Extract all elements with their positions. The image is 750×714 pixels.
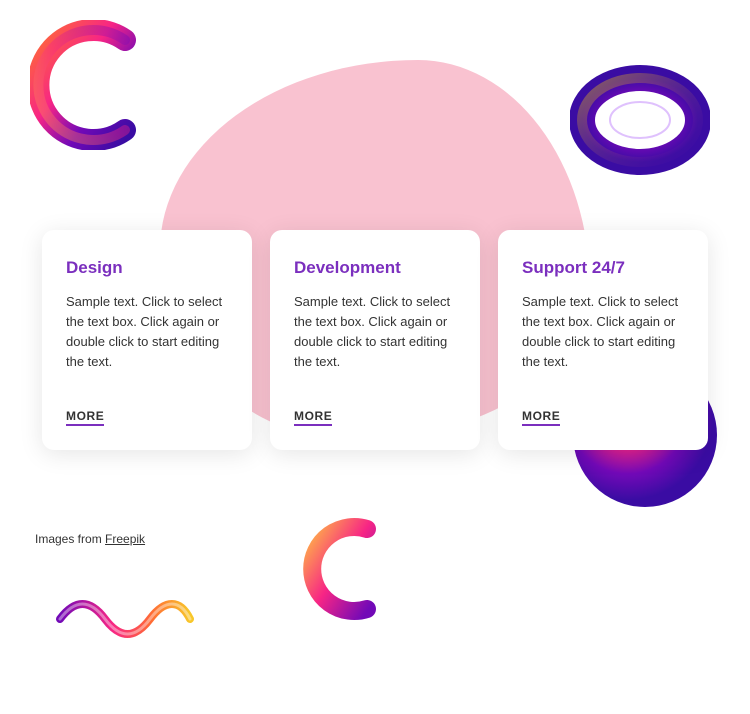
design-card-more-link[interactable]: MORE: [66, 409, 104, 426]
c-shape-bottom-center: [295, 514, 395, 624]
support-card-text: Sample text. Click to select the text bo…: [522, 292, 684, 391]
wave-shape-bottom-left: [55, 594, 195, 644]
design-card-text: Sample text. Click to select the text bo…: [66, 292, 228, 391]
footer-attribution: Images from Freepik: [35, 532, 145, 546]
support-card: Support 24/7 Sample text. Click to selec…: [498, 230, 708, 450]
torus-top-right: [570, 60, 710, 180]
cards-section: Design Sample text. Click to select the …: [30, 230, 720, 450]
footer-text: Images from: [35, 532, 105, 546]
c-shape-top-left: [30, 20, 160, 150]
page-container: Design Sample text. Click to select the …: [0, 0, 750, 714]
design-card-title: Design: [66, 258, 228, 278]
development-card-more-link[interactable]: MORE: [294, 409, 332, 426]
development-card-text: Sample text. Click to select the text bo…: [294, 292, 456, 391]
freepik-link[interactable]: Freepik: [105, 532, 145, 546]
development-card: Development Sample text. Click to select…: [270, 230, 480, 450]
support-card-more-link[interactable]: MORE: [522, 409, 560, 426]
support-card-title: Support 24/7: [522, 258, 684, 278]
development-card-title: Development: [294, 258, 456, 278]
design-card: Design Sample text. Click to select the …: [42, 230, 252, 450]
